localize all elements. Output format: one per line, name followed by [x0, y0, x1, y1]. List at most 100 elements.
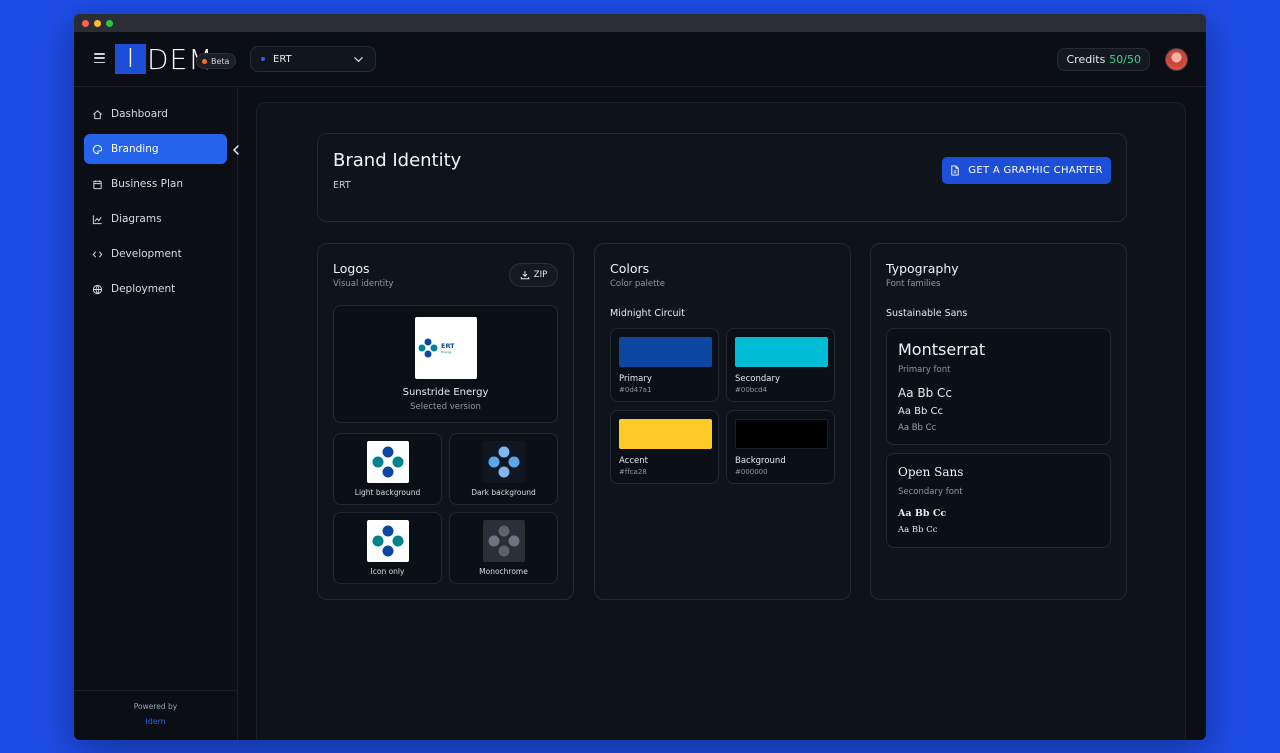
sidebar-item-label: Diagrams	[111, 213, 162, 225]
powered-by: Powered by Idem	[74, 690, 237, 740]
credits-label: Credits	[1066, 53, 1106, 66]
swatch	[619, 419, 712, 449]
powered-by-label: Powered by	[133, 702, 178, 711]
color-hex: #00bcd4	[735, 386, 767, 394]
color-accent[interactable]: Accent #ffca28	[610, 410, 719, 484]
secondary-font-name: Open Sans	[898, 465, 964, 479]
font-sample-large: Aa Bb Cc	[898, 386, 953, 400]
swatch	[619, 337, 712, 367]
project-name: ERT	[273, 53, 292, 65]
color-primary[interactable]: Primary #0d47a1	[610, 328, 719, 402]
page-subtitle: ERT	[333, 180, 351, 191]
credits-badge[interactable]: Credits 50/50	[1057, 48, 1150, 71]
color-name: Primary	[619, 374, 652, 384]
close-window-button[interactable]	[82, 19, 89, 27]
color-name: Background	[735, 456, 786, 466]
variant-label: Icon only	[370, 567, 405, 576]
color-secondary[interactable]: Secondary #00bcd4	[726, 328, 835, 402]
chevron-down-icon	[354, 57, 363, 63]
color-name: Accent	[619, 456, 648, 466]
colors-title: Colors	[610, 261, 650, 276]
logo-variant-monochrome[interactable]: Monochrome	[449, 512, 558, 584]
sidebar-item-diagrams[interactable]: Diagrams	[84, 204, 227, 234]
color-name: Secondary	[735, 374, 781, 384]
monochrome-logo-image	[483, 520, 525, 562]
sidebar-item-deployment[interactable]: Deployment	[84, 274, 227, 304]
font-sample-bold: Aa Bb Cc	[898, 508, 947, 519]
logos-title: Logos	[333, 261, 370, 276]
sidebar-item-label: Deployment	[111, 283, 176, 295]
zip-label: ZIP	[533, 270, 548, 280]
sidebar-item-business-plan[interactable]: Business Plan	[84, 169, 227, 199]
logo-word: ERT	[441, 342, 455, 350]
logos-panel: Logos Visual identity ZIP ERT Energy Sun…	[317, 243, 574, 600]
sidebar-item-development[interactable]: Development	[84, 239, 227, 269]
sidebar-item-label: Branding	[111, 143, 159, 155]
project-select[interactable]: ERT	[250, 46, 376, 72]
icon-logo-image	[367, 520, 409, 562]
color-hex: #ffca28	[619, 468, 647, 476]
code-icon	[92, 250, 103, 258]
colors-panel: Colors Color palette Midnight Circuit Pr…	[594, 243, 851, 600]
typography-subtitle: Font families	[886, 279, 941, 289]
primary-font-role: Primary font	[898, 365, 951, 375]
logo-tagline: Energy	[441, 350, 452, 354]
logo-variant-icon[interactable]: Icon only	[333, 512, 442, 584]
selected-logo-card[interactable]: ERT Energy Sunstride Energy Selected ver…	[333, 305, 558, 423]
sidebar-item-branding[interactable]: Branding	[84, 134, 227, 164]
beta-label: Beta	[211, 56, 230, 66]
chart-line-icon	[92, 214, 102, 224]
typography-title: Typography	[886, 261, 959, 276]
secondary-font-card[interactable]: Open Sans Secondary font Aa Bb Cc Aa Bb …	[886, 453, 1111, 548]
variant-label: Monochrome	[479, 567, 528, 576]
maximize-window-button[interactable]	[106, 19, 113, 27]
main-content: Brand Identity ERT GET A GRAPHIC CHARTER…	[256, 102, 1186, 740]
selected-logo-status: Selected version	[410, 402, 481, 412]
light-logo-image	[367, 441, 409, 483]
dark-logo-image	[483, 441, 525, 483]
top-bar: I DEM Beta ERT Credits 50/50	[74, 32, 1206, 87]
brand-identity-header: Brand Identity ERT GET A GRAPHIC CHARTER	[317, 133, 1127, 222]
color-hex: #000000	[735, 468, 768, 476]
menu-icon[interactable]	[94, 53, 105, 64]
selected-logo-image: ERT Energy	[415, 317, 477, 379]
logo-variant-light[interactable]: Light background	[333, 433, 442, 505]
avatar[interactable]	[1165, 48, 1188, 71]
sidebar-item-label: Dashboard	[111, 108, 168, 120]
font-sample-medium: Aa Bb Cc	[898, 406, 944, 417]
swatch	[735, 419, 828, 449]
sidebar: Dashboard Branding Business Plan Diagram…	[74, 87, 239, 740]
palette-icon	[92, 144, 103, 154]
powered-by-link[interactable]: Idem	[74, 717, 237, 726]
secondary-font-role: Secondary font	[898, 487, 963, 497]
selected-logo-name: Sunstride Energy	[402, 387, 489, 398]
document-icon	[951, 165, 959, 176]
home-icon	[93, 109, 102, 119]
collapse-sidebar-icon[interactable]	[230, 144, 242, 156]
sidebar-item-dashboard[interactable]: Dashboard	[84, 99, 227, 129]
minimize-window-button[interactable]	[94, 19, 101, 27]
graphic-charter-label: GET A GRAPHIC CHARTER	[968, 165, 1103, 176]
swatch	[735, 337, 828, 367]
color-background[interactable]: Background #000000	[726, 410, 835, 484]
project-dot-icon	[261, 57, 265, 61]
font-sample-small: Aa Bb Cc	[898, 423, 937, 433]
sidebar-item-label: Development	[111, 248, 182, 260]
font-family-name: Sustainable Sans	[886, 308, 968, 319]
calendar-icon	[93, 179, 102, 189]
window-titlebar	[74, 14, 1206, 32]
primary-font-card[interactable]: Montserrat Primary font Aa Bb Cc Aa Bb C…	[886, 328, 1111, 445]
variant-label: Dark background	[471, 488, 536, 497]
credits-value: 50/50	[1109, 53, 1141, 66]
beta-badge: Beta	[196, 53, 237, 69]
primary-font-name: Montserrat	[898, 340, 986, 359]
beta-dot-icon	[202, 58, 207, 64]
palette-name: Midnight Circuit	[610, 308, 685, 319]
graphic-charter-button[interactable]: GET A GRAPHIC CHARTER	[942, 157, 1111, 184]
variant-label: Light background	[354, 488, 421, 497]
color-hex: #0d47a1	[619, 386, 652, 394]
globe-icon	[92, 284, 103, 294]
zip-download-button[interactable]: ZIP	[509, 263, 558, 287]
typography-panel: Typography Font families Sustainable San…	[870, 243, 1127, 600]
logo-variant-dark[interactable]: Dark background	[449, 433, 558, 505]
